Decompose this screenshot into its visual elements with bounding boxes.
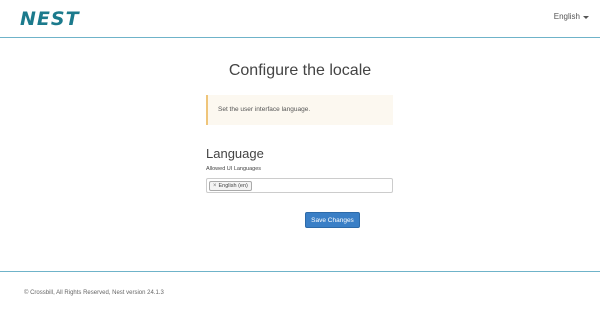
top-navbar: NEST English — [0, 0, 600, 38]
logo-text: NEST — [20, 8, 80, 30]
language-dropdown[interactable]: English — [554, 12, 589, 21]
page-title: Configure the locale — [228, 62, 372, 79]
remove-tag-icon[interactable]: × — [213, 183, 217, 189]
language-dropdown-label: English — [553, 12, 580, 21]
save-changes-button[interactable]: Save Changes — [305, 212, 360, 228]
language-tag-label: English (en) — [218, 182, 248, 189]
chevron-down-icon — [583, 15, 589, 19]
alert-message: Set the user interface language. — [218, 106, 311, 113]
footer-copyright: © Crossbill, All Rights Reserved, Nest v… — [24, 290, 164, 296]
info-alert: Set the user interface language. — [206, 95, 393, 125]
field-label: Allowed UI Languages — [206, 166, 262, 172]
allowed-languages-input[interactable]: × English (en) — [206, 178, 393, 193]
section-title: Language — [206, 146, 264, 161]
language-tag: × English (en) — [209, 180, 252, 191]
nest-logo[interactable]: NEST — [20, 7, 80, 31]
footer-divider — [0, 271, 600, 272]
